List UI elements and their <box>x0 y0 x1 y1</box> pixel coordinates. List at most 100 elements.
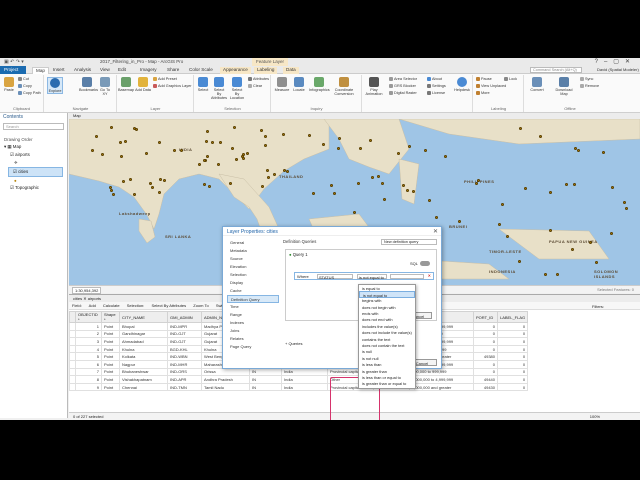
tab-project[interactable]: Project <box>0 66 26 74</box>
city-point[interactable] <box>203 182 207 186</box>
city-point[interactable] <box>233 125 237 129</box>
city-point[interactable] <box>228 182 232 186</box>
table-row[interactable]: 9 Point Chennai IND-TMN Tamil Nadu IN India Pro… <box>69 382 529 392</box>
nav-item-joins[interactable]: Joins <box>227 327 279 335</box>
cut-button[interactable]: Cut <box>18 77 29 81</box>
city-point[interactable] <box>312 191 316 195</box>
map-node[interactable]: ▾ ▦ Map <box>0 143 67 151</box>
license-button[interactable]: License <box>427 91 445 95</box>
nav-item-time[interactable]: Time <box>227 303 279 311</box>
new-definition-query-dropdown[interactable]: New definition query <box>381 239 437 245</box>
play-animation-button[interactable]: Play Animation <box>365 77 383 96</box>
value-input[interactable] <box>390 274 424 279</box>
map-scale-selector[interactable]: 1:30,954,392 <box>72 287 102 294</box>
city-point[interactable] <box>241 156 245 160</box>
area-selector-button[interactable]: Area Selector <box>389 77 417 81</box>
nav-item-display[interactable]: Display <box>227 279 279 287</box>
quick-access-toolbar[interactable]: ▣ ↶ ↷ ▾ <box>4 59 24 65</box>
nav-item-general[interactable]: General <box>227 239 279 247</box>
city-point[interactable] <box>245 152 249 156</box>
city-point[interactable] <box>110 125 114 129</box>
city-point[interactable] <box>234 158 238 162</box>
city-point[interactable] <box>382 197 386 201</box>
select-by-attributes-table-button[interactable]: Select By Attributes <box>151 303 186 308</box>
tab-labeling[interactable]: Labeling <box>254 67 278 74</box>
calculate-field-button[interactable]: Calculate <box>103 303 120 308</box>
close-icon[interactable]: ✕ <box>433 228 438 235</box>
download-map-button[interactable]: Download Map <box>554 77 574 96</box>
about-button[interactable]: About <box>427 77 442 81</box>
city-point[interactable] <box>198 162 201 166</box>
measure-button[interactable]: Measure <box>274 77 290 92</box>
clear-selection-button[interactable]: Clear <box>248 84 262 88</box>
settings-button[interactable]: Settings <box>427 84 446 88</box>
city-point[interactable] <box>90 149 94 153</box>
paste-button[interactable]: Paste <box>1 77 17 92</box>
table-row[interactable]: 8 Point Vishakhapatnam IND-APR Andhra Prades… <box>69 375 529 384</box>
view-unplaced-button[interactable]: View Unplaced <box>476 84 506 88</box>
remove-button[interactable]: Remove <box>580 84 599 88</box>
select-by-location-button[interactable]: Select By Location <box>229 77 245 101</box>
city-point[interactable] <box>624 207 628 211</box>
tab-map[interactable]: Map <box>32 67 49 74</box>
operator-option[interactable]: is greater than or equal to <box>359 381 415 387</box>
lock-labeling-button[interactable]: Lock <box>504 77 517 81</box>
nav-item-indexes[interactable]: Indexes <box>227 319 279 327</box>
signed-in-user[interactable]: David (Spatial Modeler) <box>597 67 639 72</box>
locate-button[interactable]: Locate <box>291 77 307 92</box>
explore-button[interactable]: Explore <box>47 77 63 95</box>
column-header[interactable]: Shape * <box>101 311 120 323</box>
layer-topographic[interactable]: ☑ Topographic <box>0 184 67 192</box>
add-queries-link[interactable]: + Queries <box>285 341 302 346</box>
nav-item-page-query[interactable]: Page Query <box>227 343 279 351</box>
tab-appearance[interactable]: Appearance <box>220 67 251 74</box>
layer-airports[interactable]: ☑ airports <box>0 151 67 159</box>
city-point[interactable] <box>163 178 166 182</box>
city-point[interactable] <box>322 142 325 146</box>
goto-xy-button[interactable]: Go To XY <box>97 77 113 96</box>
add-field-button[interactable]: Add <box>89 303 96 308</box>
copy-button[interactable]: Copy <box>18 84 32 88</box>
table-zoom[interactable]: 100% <box>590 414 600 419</box>
city-point[interactable] <box>543 272 547 276</box>
city-point[interactable] <box>376 174 380 178</box>
infographics-button[interactable]: Infographics <box>309 77 330 92</box>
city-point[interactable] <box>263 143 267 147</box>
nav-item-cache[interactable]: Cache <box>227 287 279 295</box>
city-point[interactable] <box>260 184 264 188</box>
labeling-more-button[interactable]: More <box>476 91 490 95</box>
city-point[interactable] <box>356 181 360 185</box>
column-header[interactable]: GMI_ADMIN <box>167 311 202 323</box>
digital-raster-button[interactable]: Digital Raster <box>389 91 417 95</box>
helpdesk-button[interactable]: Helpdesk <box>453 77 471 92</box>
layer-cities[interactable]: ☑ cities <box>8 167 63 177</box>
city-point[interactable] <box>524 186 528 190</box>
tab-insert[interactable]: Insert <box>53 67 65 74</box>
sql-toggle[interactable]: SQL <box>410 261 430 267</box>
city-point[interactable] <box>622 201 626 205</box>
city-point[interactable] <box>132 126 136 130</box>
coordinate-conversion-button[interactable]: Coordinate Conversion <box>332 77 356 96</box>
command-search-input[interactable]: Command Search (Alt+Q) <box>530 67 582 73</box>
field-select[interactable]: STATUS <box>317 274 353 280</box>
nav-item-elevation[interactable]: Elevation <box>227 263 279 271</box>
city-point[interactable] <box>368 139 372 143</box>
select-button[interactable]: Select <box>195 77 211 92</box>
tab-imagery[interactable]: Imagery <box>140 67 157 74</box>
city-point[interactable] <box>157 140 161 144</box>
copy-path-button[interactable]: Copy Path <box>18 91 41 95</box>
add-graphics-layer-button[interactable]: Add Graphics Layer <box>153 84 192 88</box>
query-name[interactable]: ● Query 1 <box>286 250 436 259</box>
add-preset-button[interactable]: Add Preset <box>153 77 177 81</box>
convert-button[interactable]: Convert <box>527 77 547 92</box>
basemap-button[interactable]: Basemap <box>118 77 134 92</box>
nav-item-metadata[interactable]: Metadata <box>227 247 279 255</box>
zoom-to-button[interactable]: Zoom To <box>193 303 209 308</box>
city-point[interactable] <box>109 188 113 192</box>
city-point[interactable] <box>128 178 132 182</box>
column-header[interactable]: CITY_NAME <box>119 311 168 323</box>
column-header[interactable]: PORT_ID <box>473 311 498 323</box>
column-header[interactable]: OBJECTID * <box>75 311 102 323</box>
grs-blocker-button[interactable]: GRS Blocker <box>389 84 416 88</box>
city-point[interactable] <box>206 154 210 158</box>
